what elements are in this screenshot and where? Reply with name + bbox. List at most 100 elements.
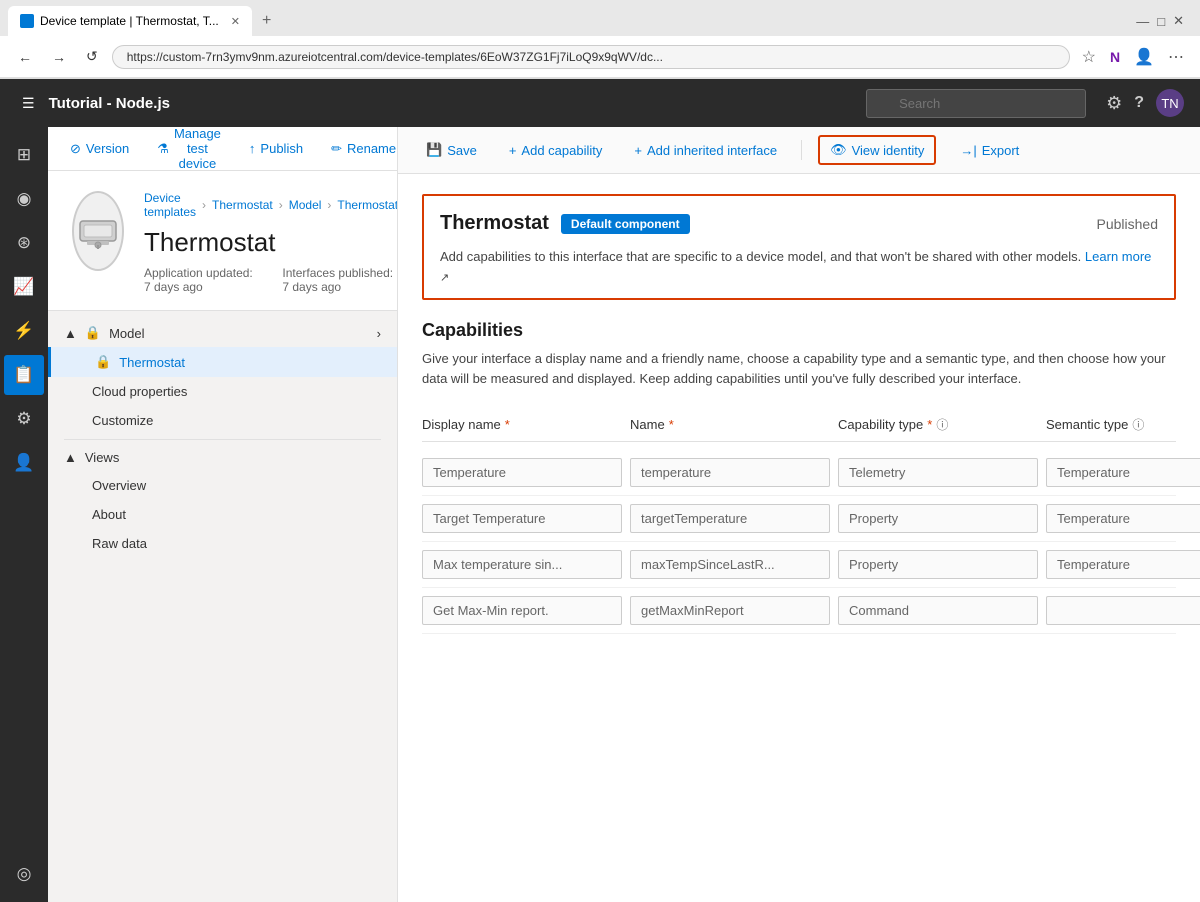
search-input[interactable] [866, 89, 1086, 118]
capability-semantic-0[interactable] [1046, 458, 1200, 487]
capability-display-name-1[interactable] [422, 504, 622, 533]
nav-item-cloud-properties[interactable]: Cloud properties [48, 377, 397, 406]
rename-label: Rename [347, 141, 396, 156]
sidebar-templates-btn[interactable]: 📋 [4, 355, 44, 395]
content-area: 💾 Save + Add capability + Add inherited … [398, 127, 1200, 902]
top-bar: ☰ Tutorial - Node.js 🔍 ⚙ ? TN [0, 79, 1200, 127]
semantic-type-info-icon[interactable]: ⓘ [1132, 416, 1144, 433]
breadcrumb-thermostat-2[interactable]: Thermostat [337, 198, 398, 212]
address-bar: ← → ↺ ☆ N 👤 ⋯ [0, 36, 1200, 78]
tab-close-btn[interactable]: ✕ [231, 15, 240, 28]
capability-name-1[interactable] [630, 504, 830, 533]
model-section-header[interactable]: ▲ 🔒 Model › [48, 319, 397, 347]
nav-customize-label: Customize [92, 413, 153, 428]
main-area: ⊞ ◉ ⊛ 📈 ⚡ 📋 ⚙ 👤 ◎ ⊘ Version ⚗ Manage tes… [0, 127, 1200, 902]
hamburger-menu[interactable]: ☰ [16, 91, 41, 116]
nav-item-overview[interactable]: Overview [48, 471, 397, 500]
capability-display-name-2[interactable] [422, 550, 622, 579]
nav-item-thermostat[interactable]: 🔒 Thermostat [48, 347, 397, 377]
new-tab-button[interactable]: + [256, 12, 277, 30]
capability-semantic-3[interactable] [1046, 596, 1200, 625]
sidebar-jobs-btn[interactable]: ⚙ [4, 399, 44, 439]
publish-button[interactable]: ↑ Publish [243, 137, 309, 160]
capability-row: × ∨ [422, 450, 1176, 496]
breadcrumb-model[interactable]: Model [289, 198, 322, 212]
capability-display-name-3[interactable] [422, 596, 622, 625]
views-section-header[interactable]: ▲ Views [48, 444, 397, 471]
nav-raw-data-label: Raw data [92, 536, 147, 551]
capability-type-1[interactable] [838, 504, 1038, 533]
app-title: Tutorial - Node.js [49, 95, 867, 112]
top-bar-actions: ⚙ ? TN [1106, 89, 1184, 117]
add-capability-label: Add capability [521, 143, 602, 158]
capability-type-3[interactable] [838, 596, 1038, 625]
capability-type-0[interactable] [838, 458, 1038, 487]
settings-icon[interactable]: ⚙ [1106, 93, 1122, 114]
add-inherited-icon: + [634, 143, 642, 158]
capability-name-3[interactable] [630, 596, 830, 625]
nav-item-raw-data[interactable]: Raw data [48, 529, 397, 558]
version-button[interactable]: ⊘ Version [64, 137, 135, 161]
export-button[interactable]: →| Export [952, 138, 1027, 163]
col-display-name: Display name * [422, 416, 622, 433]
capability-type-2[interactable] [838, 550, 1038, 579]
save-label: Save [447, 143, 477, 158]
device-name: Thermostat [144, 227, 398, 258]
back-button[interactable]: ← [12, 45, 38, 69]
capability-row: × ∨ [422, 542, 1176, 588]
sidebar-bottom-btn[interactable]: ◎ [4, 854, 44, 894]
device-header: Device templates › Thermostat › Model › … [48, 171, 397, 311]
manage-test-device-button[interactable]: ⚗ Manage test device [151, 127, 227, 175]
sidebar-analytics-btn[interactable]: 📈 [4, 267, 44, 307]
address-input[interactable] [112, 45, 1070, 69]
view-identity-button[interactable]: 👁 View identity [818, 135, 936, 165]
sidebar-home-btn[interactable]: ⊞ [4, 135, 44, 175]
device-updated: Application updated: 7 days ago [144, 266, 258, 294]
view-identity-label: View identity [852, 143, 925, 158]
test-icon: ⚗ [157, 141, 169, 157]
learn-more-link[interactable]: Learn more [1085, 249, 1151, 264]
breadcrumb-device-templates[interactable]: Device templates [144, 191, 196, 219]
nav-item-customize[interactable]: Customize [48, 406, 397, 435]
device-info: Device templates › Thermostat › Model › … [144, 191, 398, 294]
capability-display-name-0[interactable] [422, 458, 622, 487]
nav-cloud-properties-label: Cloud properties [92, 384, 187, 399]
minimize-btn[interactable]: — [1136, 14, 1149, 29]
view-identity-icon: 👁 [830, 142, 847, 158]
sidebar-admin-btn[interactable]: 👤 [4, 443, 44, 483]
export-icon: →| [960, 143, 976, 158]
extensions-btn[interactable]: ⋯ [1164, 43, 1188, 71]
nav-overview-label: Overview [92, 478, 146, 493]
capability-row: × ∨ [422, 496, 1176, 542]
col-name: Name * [630, 416, 830, 433]
nav-item-about[interactable]: About [48, 500, 397, 529]
sidebar-devices-btn[interactable]: ◉ [4, 179, 44, 219]
onenote-btn[interactable]: N [1106, 45, 1124, 69]
add-capability-button[interactable]: + Add capability [501, 138, 611, 163]
maximize-btn[interactable]: □ [1157, 14, 1165, 29]
capability-name-0[interactable] [630, 458, 830, 487]
refresh-button[interactable]: ↺ [80, 44, 104, 69]
tab-bar: Device template | Thermostat, T... ✕ + —… [0, 0, 1200, 36]
model-collapse-icon: ▲ [64, 326, 77, 341]
sidebar-groups-btn[interactable]: ⊛ [4, 223, 44, 263]
rename-button[interactable]: ✏ Rename [325, 137, 398, 161]
user-avatar[interactable]: TN [1156, 89, 1184, 117]
capability-type-info-icon[interactable]: ⓘ [936, 416, 948, 433]
version-label: Version [86, 141, 129, 156]
external-link-icon: ↗ [440, 272, 449, 284]
profile-btn[interactable]: 👤 [1130, 43, 1158, 71]
help-icon[interactable]: ? [1134, 94, 1144, 112]
capability-name-2[interactable] [630, 550, 830, 579]
breadcrumb-thermostat[interactable]: Thermostat [212, 198, 273, 212]
active-tab[interactable]: Device template | Thermostat, T... ✕ [8, 6, 252, 36]
favorites-btn[interactable]: ☆ [1078, 43, 1100, 71]
close-browser-btn[interactable]: ✕ [1173, 13, 1184, 29]
capability-semantic-1[interactable] [1046, 504, 1200, 533]
capability-semantic-2[interactable] [1046, 550, 1200, 579]
forward-button[interactable]: → [46, 45, 72, 69]
sidebar-rules-btn[interactable]: ⚡ [4, 311, 44, 351]
icon-sidebar: ⊞ ◉ ⊛ 📈 ⚡ 📋 ⚙ 👤 ◎ [0, 127, 48, 902]
save-button[interactable]: 💾 Save [418, 137, 485, 163]
add-inherited-button[interactable]: + Add inherited interface [626, 138, 785, 163]
